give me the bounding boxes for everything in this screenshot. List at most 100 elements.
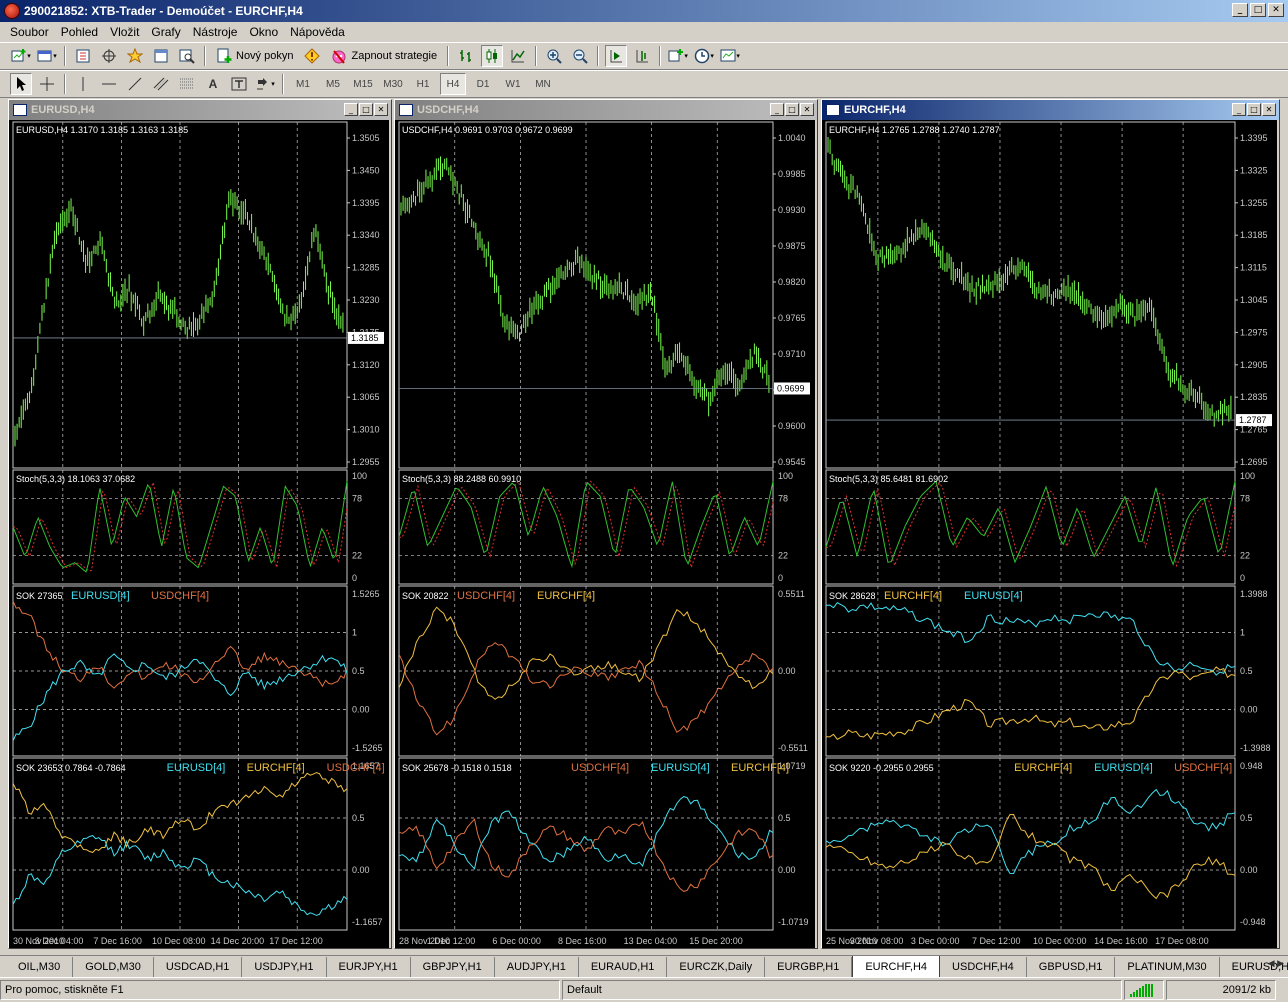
chart-close-button[interactable]: ✕ <box>1262 103 1276 116</box>
market-watch-button[interactable] <box>72 45 94 67</box>
zoom-in-button[interactable] <box>543 45 565 67</box>
strategy-tester-button[interactable] <box>176 45 198 67</box>
date-axis-label: 7 Dec 12:00 <box>972 936 1021 946</box>
indicators-button[interactable]: ▾ <box>667 45 689 67</box>
horizontal-line-button[interactable] <box>98 73 120 95</box>
chart-window-title-bar[interactable]: EURUSD,H4 <box>9 100 391 120</box>
chart-tab[interactable]: PLATINUM,M30 <box>1115 957 1220 977</box>
timeframe-w1[interactable]: W1 <box>500 73 526 95</box>
chart-tab[interactable]: USDCAD,H1 <box>154 957 243 977</box>
arrows-button[interactable]: ▾ <box>254 73 276 95</box>
text-tool-button[interactable]: A <box>202 73 224 95</box>
vertical-line-icon <box>82 77 84 91</box>
bar-chart-button[interactable] <box>455 45 477 67</box>
text-tool-label: A <box>208 77 218 91</box>
chart-close-button[interactable]: ✕ <box>800 103 814 116</box>
profiles-button[interactable]: ▾ <box>36 45 58 67</box>
new-order-label: Nový pokyn <box>236 50 294 62</box>
menu-insert[interactable]: Vložit <box>104 25 145 39</box>
chart-tab[interactable]: USDCHF,H4 <box>940 957 1027 977</box>
cursor-tool-button[interactable] <box>10 73 32 95</box>
price-axis-label: 0.9545 <box>778 457 806 467</box>
date-axis-label: 17 Dec 12:00 <box>269 936 323 946</box>
menu-charts[interactable]: Grafy <box>145 25 186 39</box>
crosshair-tool-button[interactable] <box>36 73 58 95</box>
chart-shift-button[interactable] <box>631 45 653 67</box>
chart-minimize-button[interactable]: _ <box>770 103 784 116</box>
chart-tab[interactable]: GBPUSD,H1 <box>1027 957 1116 977</box>
strategies-toggle-button[interactable]: Zapnout strategie <box>327 45 441 67</box>
terminal-button[interactable] <box>150 45 172 67</box>
menu-file[interactable]: Soubor <box>4 25 55 39</box>
timeframe-m5[interactable]: M5 <box>320 73 346 95</box>
new-chart-button[interactable]: ▾ <box>10 45 32 67</box>
timeframe-m15[interactable]: M15 <box>350 73 376 95</box>
auto-scroll-button[interactable] <box>605 45 628 67</box>
close-button[interactable]: ✕ <box>1268 3 1284 17</box>
timeframe-h4[interactable]: H4 <box>440 73 466 95</box>
chart-maximize-button[interactable]: □ <box>785 103 799 116</box>
navigator-star-icon <box>127 48 143 64</box>
chart-tab[interactable]: EURJPY,H1 <box>327 957 411 977</box>
current-price-label: 1.3185 <box>351 333 379 343</box>
menu-window[interactable]: Okno <box>243 25 284 39</box>
fibonacci-button[interactable] <box>176 73 198 95</box>
menu-help[interactable]: Nápověda <box>284 25 351 39</box>
equidistant-channel-button[interactable] <box>150 73 172 95</box>
chart-tab[interactable]: GOLD,M30 <box>73 957 154 977</box>
menu-tools[interactable]: Nástroje <box>187 25 244 39</box>
chart-canvas[interactable]: 1.3505 1.3450 1.3395 1.3340 1.3285 1.3230 1.31… <box>9 120 389 948</box>
zoom-out-button[interactable] <box>569 45 591 67</box>
chart-tab[interactable]: AUDJPY,H1 <box>495 957 579 977</box>
chart-minimize-button[interactable]: _ <box>344 103 358 116</box>
chart-close-button[interactable]: ✕ <box>374 103 388 116</box>
new-order-button[interactable]: Nový pokyn <box>212 45 297 67</box>
timeframe-mn[interactable]: MN <box>530 73 556 95</box>
chart-tab[interactable]: EURAUD,H1 <box>579 957 668 977</box>
sok-level-label: 0.5 <box>352 813 365 823</box>
price-axis-label: 1.2835 <box>1240 392 1268 402</box>
timeframe-m1[interactable]: M1 <box>290 73 316 95</box>
sok-level-label: 0.5 <box>352 666 365 676</box>
chart-maximize-button[interactable]: □ <box>1247 103 1261 116</box>
trendline-button[interactable] <box>124 73 146 95</box>
sok-pair-label: USDCHF[4] <box>327 762 385 774</box>
chart-tab[interactable]: GBPJPY,H1 <box>411 957 495 977</box>
tab-scroll-arrows[interactable]: ◀ ▶ <box>1268 958 1284 969</box>
toolbar-separator <box>535 46 538 66</box>
chart-tab[interactable]: EURCZK,Daily <box>667 957 766 977</box>
timeframe-m30[interactable]: M30 <box>380 73 406 95</box>
chart-window-usdchf[interactable]: USDCHF,H4 _ □ ✕ 1.0040 0.9985 0.9930 0.9875 0.… <box>394 99 818 949</box>
templates-button[interactable]: ▾ <box>719 45 741 67</box>
vertical-line-button[interactable] <box>72 73 94 95</box>
periods-button[interactable]: ▾ <box>693 45 715 67</box>
menu-bar: Soubor Pohled Vložit Grafy Nástroje Okno… <box>0 22 1288 42</box>
chart-tab[interactable]: OIL,M30 <box>6 957 74 977</box>
price-axis-label: 1.2765 <box>1240 425 1268 435</box>
timeframe-d1[interactable]: D1 <box>470 73 496 95</box>
navigator-button[interactable] <box>124 45 146 67</box>
chart-canvas[interactable]: 1.0040 0.9985 0.9930 0.9875 0.9820 0.9765 0.97… <box>395 120 815 948</box>
alert-button[interactable] <box>301 45 323 67</box>
chart-tab[interactable]: USDJPY,H1 <box>242 957 327 977</box>
chart-window-title-bar[interactable]: EURCHF,H4 <box>822 100 1279 120</box>
chart-maximize-button[interactable]: □ <box>359 103 373 116</box>
chart-window-eurchf[interactable]: EURCHF,H4 _ □ ✕ 1.3395 1.3325 1.3255 1.3185 1.… <box>821 99 1280 949</box>
chart-tab[interactable]: EURGBP,H1 <box>765 957 853 977</box>
minimize-button[interactable]: _ <box>1232 3 1248 17</box>
channel-icon <box>153 77 169 91</box>
chart-tab[interactable]: EURCHF,H4 <box>852 956 941 977</box>
chart-canvas[interactable]: 1.3395 1.3325 1.3255 1.3185 1.3115 1.3045 1.29… <box>822 120 1277 948</box>
line-chart-button[interactable] <box>507 45 529 67</box>
data-window-button[interactable] <box>98 45 120 67</box>
chart-window-eurusd[interactable]: EURUSD,H4 _ □ ✕ 1.3505 1.3450 1.3395 1.3340 1.… <box>8 99 392 949</box>
toolbar-separator <box>64 46 66 66</box>
menu-view[interactable]: Pohled <box>55 25 104 39</box>
sok-level-label: 1 <box>1240 628 1245 638</box>
text-label-button[interactable] <box>228 73 250 95</box>
chart-window-title-bar[interactable]: USDCHF,H4 <box>395 100 817 120</box>
timeframe-h1[interactable]: H1 <box>410 73 436 95</box>
maximize-button[interactable]: □ <box>1250 3 1266 17</box>
candlestick-chart-button[interactable] <box>481 45 504 67</box>
chart-minimize-button[interactable]: _ <box>1232 103 1246 116</box>
